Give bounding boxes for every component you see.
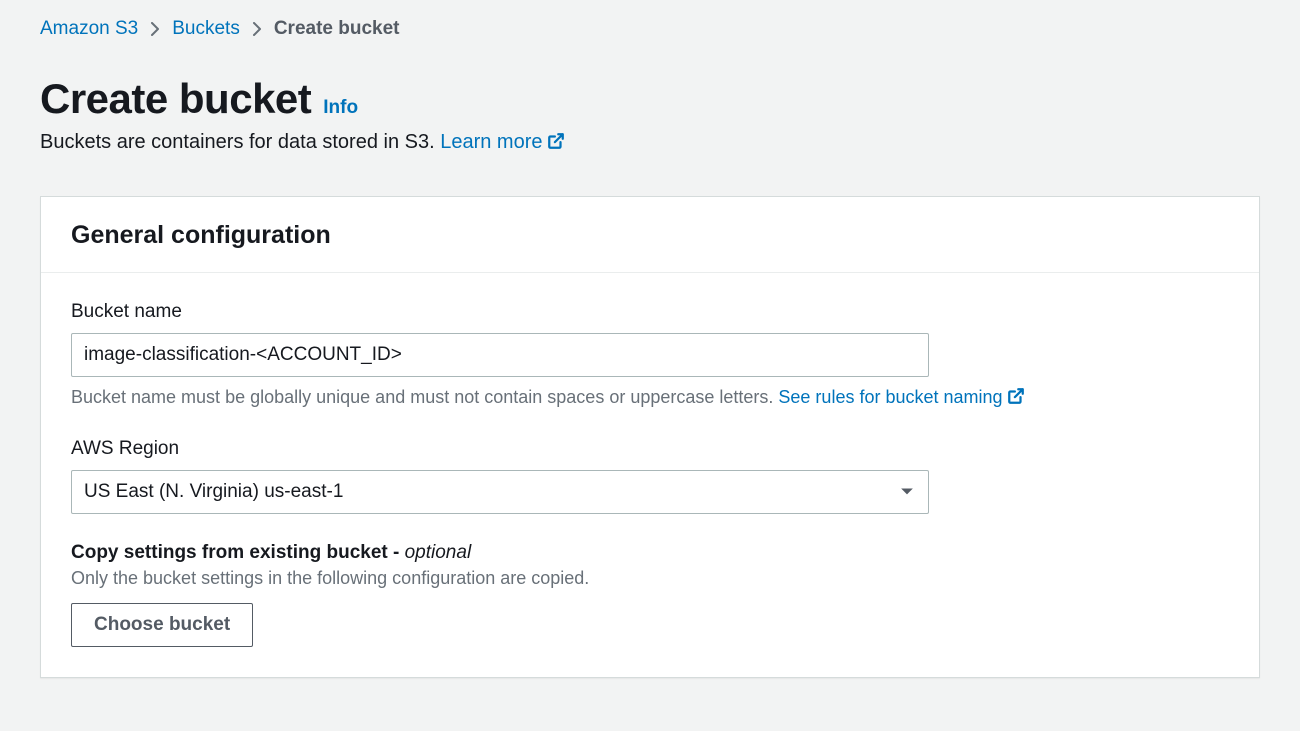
copy-settings-hint: Only the bucket settings in the followin… (71, 568, 1229, 589)
bucket-name-hint: Bucket name must be globally unique and … (71, 387, 1229, 410)
bucket-name-hint-text: Bucket name must be globally unique and … (71, 387, 778, 407)
copy-settings-field: Copy settings from existing bucket - opt… (71, 542, 1229, 647)
panel-title: General configuration (71, 221, 1229, 250)
chevron-right-icon (150, 22, 160, 36)
page-subtitle: Buckets are containers for data stored i… (40, 131, 1260, 156)
bucket-name-field: Bucket name Bucket name must be globally… (71, 301, 1229, 410)
breadcrumb-link-amazon-s3[interactable]: Amazon S3 (40, 18, 138, 40)
bucket-name-input[interactable] (71, 333, 929, 377)
learn-more-link[interactable]: Learn more (440, 131, 564, 153)
panel-header: General configuration (41, 197, 1259, 273)
copy-settings-label: Copy settings from existing bucket - opt… (71, 542, 1229, 564)
choose-bucket-button[interactable]: Choose bucket (71, 603, 253, 647)
caret-down-icon (900, 481, 914, 503)
aws-region-selected-value: US East (N. Virginia) us-east-1 (84, 481, 343, 502)
chevron-right-icon (252, 22, 262, 36)
bucket-naming-rules-link[interactable]: See rules for bucket naming (778, 387, 1024, 407)
breadcrumb-current: Create bucket (274, 18, 400, 40)
breadcrumb: Amazon S3 Buckets Create bucket (40, 18, 1260, 40)
breadcrumb-link-buckets[interactable]: Buckets (172, 18, 240, 40)
external-link-icon (547, 132, 565, 156)
aws-region-select[interactable]: US East (N. Virginia) us-east-1 (71, 470, 929, 514)
page-title: Create bucket (40, 75, 311, 123)
info-link[interactable]: Info (323, 97, 358, 119)
bucket-name-label: Bucket name (71, 301, 1229, 323)
subtitle-text: Buckets are containers for data stored i… (40, 131, 440, 153)
external-link-icon (1007, 387, 1025, 410)
aws-region-label: AWS Region (71, 438, 1229, 460)
general-configuration-panel: General configuration Bucket name Bucket… (40, 196, 1260, 678)
aws-region-field: AWS Region US East (N. Virginia) us-east… (71, 438, 1229, 514)
